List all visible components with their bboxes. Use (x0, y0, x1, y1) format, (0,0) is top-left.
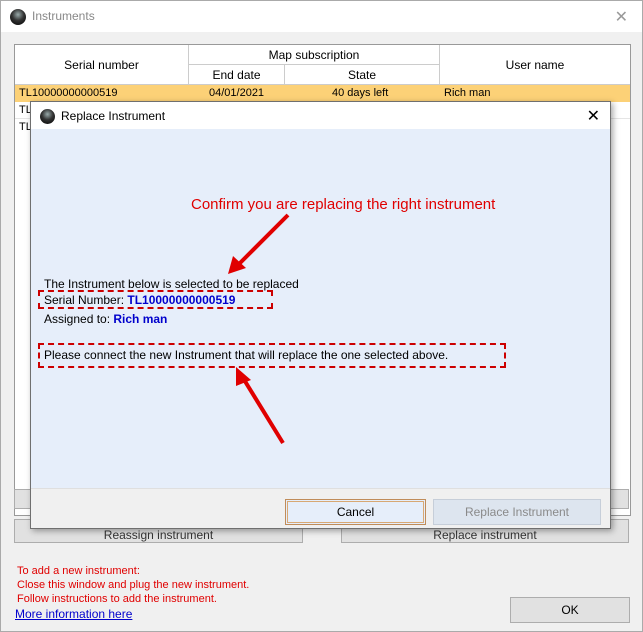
dialog-footer: Cancel Replace Instrument (31, 488, 610, 528)
table-header: Serial number Map subscription End date … (15, 45, 630, 85)
dialog-title: Replace Instrument (61, 109, 166, 123)
cell-serial: TL10000000000519 (19, 87, 118, 99)
app-icon (10, 9, 26, 25)
window-close-icon[interactable]: ✕ (615, 7, 628, 27)
dialog-app-icon (40, 109, 55, 124)
assigned-to-line: Assigned to: Rich man (44, 312, 167, 326)
connect-highlight-box (38, 343, 506, 368)
column-header-serial[interactable]: Serial number (15, 45, 189, 85)
dialog-titlebar: Replace Instrument ✕ (31, 102, 610, 129)
column-header-state[interactable]: State (285, 65, 440, 85)
table-row[interactable]: TL10000000000519 04/01/2021 40 days left… (15, 85, 630, 102)
cancel-button[interactable]: Cancel (285, 499, 426, 525)
confirm-annotation: Confirm you are replacing the right inst… (191, 196, 496, 213)
note-line-1: To add a new instrument: (17, 565, 140, 577)
window-titlebar: Instruments ✕ (1, 1, 642, 32)
dialog-body: Confirm you are replacing the right inst… (31, 129, 610, 488)
column-header-map-subscription: Map subscription (189, 45, 440, 65)
serial-highlight-box (38, 290, 273, 309)
cell-state: 40 days left (332, 87, 389, 99)
replace-instrument-button[interactable]: Replace Instrument (433, 499, 601, 525)
more-information-link[interactable]: More information here (15, 607, 132, 621)
cell-user: Rich man (444, 87, 491, 99)
column-header-user[interactable]: User name (440, 45, 630, 85)
ok-button[interactable]: OK (510, 597, 630, 623)
cell-end-date: 04/01/2021 (209, 87, 265, 99)
dialog-close-icon[interactable]: ✕ (587, 106, 600, 126)
window-title: Instruments (32, 9, 95, 23)
note-line-2: Close this window and plug the new instr… (17, 579, 250, 591)
note-line-3: Follow instructions to add the instrumen… (17, 593, 217, 605)
selected-instrument-text: The Instrument below is selected to be r… (44, 277, 299, 291)
assigned-to-label: Assigned to: (44, 312, 114, 326)
add-instrument-note: To add a new instrument: Close this wind… (17, 564, 249, 606)
replace-instrument-dialog: Replace Instrument ✕ Confirm you are rep… (30, 101, 611, 529)
column-header-end-date[interactable]: End date (189, 65, 285, 85)
assigned-to-value: Rich man (113, 312, 168, 326)
